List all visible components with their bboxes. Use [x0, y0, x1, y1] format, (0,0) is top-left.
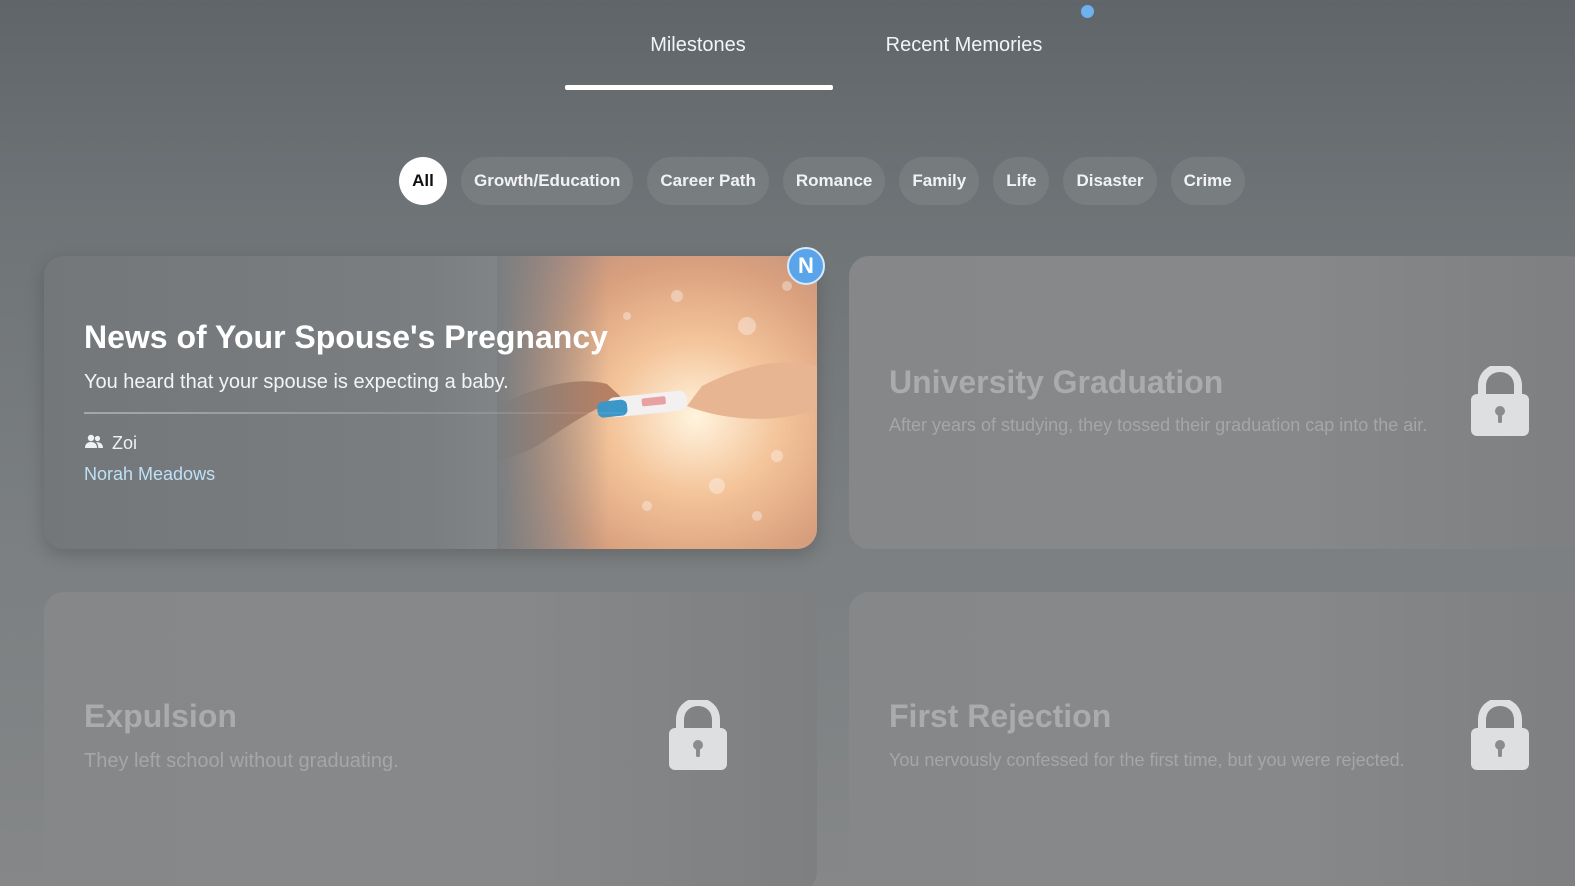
- card-description: You nervously confessed for the first ti…: [889, 750, 1405, 770]
- card-title: News of Your Spouse's Pregnancy: [84, 319, 608, 355]
- milestone-card-expulsion[interactable]: Expulsion They left school without gradu…: [44, 592, 817, 886]
- people-icon: [84, 433, 104, 454]
- milestone-card-university-graduation[interactable]: University Graduation After years of stu…: [849, 256, 1575, 549]
- lock-icon: [1471, 366, 1529, 436]
- filter-chip-crime[interactable]: Crime: [1170, 157, 1245, 205]
- category-filter-bar: All Growth/Education Career Path Romance…: [399, 157, 1245, 205]
- filter-chip-all[interactable]: All: [399, 157, 447, 205]
- filter-chip-growth-education[interactable]: Growth/Education: [461, 157, 634, 205]
- card-title: University Graduation: [889, 364, 1224, 400]
- lock-icon: [1471, 700, 1529, 770]
- filter-chip-family[interactable]: Family: [899, 157, 980, 205]
- person-link[interactable]: Norah Meadows: [84, 464, 215, 485]
- tab-recent-memories[interactable]: Recent Memories: [850, 34, 1078, 58]
- card-illustration: [497, 256, 817, 549]
- filter-chip-romance[interactable]: Romance: [782, 157, 886, 205]
- card-title: First Rejection: [889, 698, 1112, 734]
- card-description: After years of studying, they tossed the…: [889, 415, 1428, 435]
- tab-bar: Milestones Recent Memories: [565, 0, 1105, 92]
- filter-chip-life[interactable]: Life: [993, 157, 1050, 205]
- participant-name: Zoi: [112, 433, 138, 453]
- card-divider: [84, 412, 624, 414]
- active-tab-indicator: [565, 85, 833, 90]
- lock-icon: [669, 700, 727, 770]
- milestone-card-spouse-pregnancy[interactable]: News of Your Spouse's Pregnancy You hear…: [44, 256, 817, 549]
- card-participant: Zoi: [84, 433, 137, 454]
- filter-chip-career-path[interactable]: Career Path: [647, 157, 769, 205]
- card-description: They left school without graduating.: [84, 750, 399, 772]
- card-description: You heard that your spouse is expecting …: [84, 371, 509, 393]
- card-title: Expulsion: [84, 698, 237, 734]
- tab-milestones[interactable]: Milestones: [565, 34, 831, 58]
- new-badge: N: [787, 247, 825, 285]
- filter-chip-disaster[interactable]: Disaster: [1063, 157, 1157, 205]
- milestone-card-first-rejection[interactable]: First Rejection You nervously confessed …: [849, 592, 1575, 886]
